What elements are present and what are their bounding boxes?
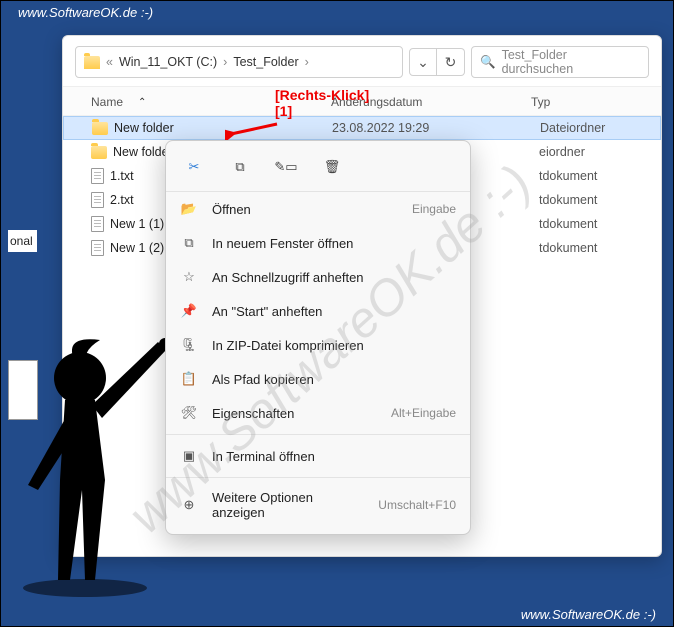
context-menu: ✂ ⧉ ✎▭ 🗑 📂 Öffnen Eingabe ⧉ In neuem Fenster… bbox=[165, 140, 471, 535]
menu-item-label: In Terminal öffnen bbox=[212, 449, 456, 464]
sidebar-fragment: onal bbox=[8, 230, 37, 252]
search-placeholder: Test_Folder durchsuchen bbox=[502, 48, 640, 76]
menu-item-icon: 📋 bbox=[180, 370, 198, 388]
menu-item-icon: 📌 bbox=[180, 302, 198, 320]
cut-icon[interactable]: ✂ bbox=[180, 153, 208, 181]
explorer-topbar: « Win_11_OKT (C:) › Test_Folder › ⌄ ↻ 🔍 … bbox=[63, 36, 661, 87]
breadcrumb-prefix: « bbox=[106, 55, 113, 69]
file-row[interactable]: New folder 23.08.2022 19:29 Dateiordner bbox=[63, 116, 661, 140]
context-menu-item[interactable]: 📌 An "Start" anheften bbox=[166, 294, 470, 328]
refresh-button[interactable]: ↻ bbox=[437, 48, 465, 76]
menu-item-icon: ☆ bbox=[180, 268, 198, 286]
menu-item-label: In ZIP-Datei komprimieren bbox=[212, 338, 456, 353]
menu-item-icon: ▣ bbox=[180, 447, 198, 465]
menu-item-icon: 📂 bbox=[180, 200, 198, 218]
breadcrumb[interactable]: « Win_11_OKT (C:) › Test_Folder › bbox=[75, 46, 403, 78]
file-date: 23.08.2022 19:29 bbox=[332, 121, 532, 135]
file-name: New folder bbox=[114, 121, 174, 135]
dropdown-button[interactable]: ⌄ bbox=[409, 48, 437, 76]
column-type[interactable]: Typ bbox=[531, 95, 649, 109]
file-icon bbox=[91, 216, 104, 232]
delete-icon[interactable]: 🗑 bbox=[318, 153, 346, 181]
context-menu-item[interactable]: 🛠 Eigenschaften Alt+Eingabe bbox=[166, 396, 470, 430]
menu-item-label: Eigenschaften bbox=[212, 406, 377, 421]
menu-item-label: An "Start" anheften bbox=[212, 304, 456, 319]
menu-item-shortcut: Umschalt+F10 bbox=[378, 498, 456, 512]
breadcrumb-drive[interactable]: Win_11_OKT (C:) bbox=[119, 55, 217, 69]
menu-separator bbox=[166, 434, 470, 435]
file-type: tdokument bbox=[539, 193, 649, 207]
menu-separator bbox=[166, 477, 470, 478]
context-menu-item[interactable]: 📋 Als Pfad kopieren bbox=[166, 362, 470, 396]
menu-item-shortcut: Alt+Eingabe bbox=[391, 406, 456, 420]
file-type: tdokument bbox=[539, 241, 649, 255]
folder-icon bbox=[84, 56, 100, 69]
menu-item-label: Als Pfad kopieren bbox=[212, 372, 456, 387]
file-name: 2.txt bbox=[110, 193, 134, 207]
context-menu-item[interactable]: ⊕ Weitere Optionen anzeigen Umschalt+F10 bbox=[166, 482, 470, 528]
file-type: tdokument bbox=[539, 169, 649, 183]
file-type: Dateiordner bbox=[540, 121, 648, 135]
chevron-right-icon: › bbox=[223, 55, 227, 69]
watermark-top: www.SoftwareOK.de :-) bbox=[18, 5, 153, 20]
annotation-label: [Rechts-Klick] bbox=[275, 87, 369, 103]
file-icon bbox=[91, 240, 104, 256]
menu-item-icon: 🛠 bbox=[180, 404, 198, 422]
menu-item-label: Weitere Optionen anzeigen bbox=[212, 490, 364, 520]
menu-item-shortcut: Eingabe bbox=[412, 202, 456, 216]
rename-icon[interactable]: ✎▭ bbox=[272, 153, 300, 181]
file-type: eiordner bbox=[539, 145, 649, 159]
chevron-right-icon: › bbox=[305, 55, 309, 69]
file-type: tdokument bbox=[539, 217, 649, 231]
folder-icon bbox=[91, 146, 107, 159]
breadcrumb-folder[interactable]: Test_Folder bbox=[233, 55, 298, 69]
context-menu-item[interactable]: ☆ An Schnellzugriff anheften bbox=[166, 260, 470, 294]
context-menu-item[interactable]: 📂 Öffnen Eingabe bbox=[166, 192, 470, 226]
context-menu-item[interactable]: ⧉ In neuem Fenster öffnen bbox=[166, 226, 470, 260]
context-menu-item[interactable]: 🗜 In ZIP-Datei komprimieren bbox=[166, 328, 470, 362]
context-menu-iconrow: ✂ ⧉ ✎▭ 🗑 bbox=[166, 147, 470, 192]
file-name: New folder bbox=[113, 145, 173, 159]
menu-item-icon: ⧉ bbox=[180, 234, 198, 252]
menu-item-label: Öffnen bbox=[212, 202, 398, 217]
menu-item-icon: 🗜 bbox=[180, 336, 198, 354]
annotation: [Rechts-Klick] [1] bbox=[275, 87, 369, 119]
search-input[interactable]: 🔍 Test_Folder durchsuchen bbox=[471, 46, 649, 78]
search-icon: 🔍 bbox=[480, 55, 496, 70]
folder-icon bbox=[92, 122, 108, 135]
context-menu-item[interactable]: ▣ In Terminal öffnen bbox=[166, 439, 470, 473]
annotation-number: [1] bbox=[275, 103, 369, 119]
watermark-bottom: www.SoftwareOK.de :-) bbox=[521, 607, 656, 622]
copy-icon[interactable]: ⧉ bbox=[226, 153, 254, 181]
menu-item-icon: ⊕ bbox=[180, 496, 198, 514]
sort-caret-icon: ⌃ bbox=[138, 97, 146, 108]
menu-item-label: An Schnellzugriff anheften bbox=[212, 270, 456, 285]
nav-buttons: ⌄ ↻ bbox=[409, 48, 465, 76]
file-icon bbox=[91, 192, 104, 208]
desktop-fragment bbox=[8, 360, 38, 420]
menu-item-label: In neuem Fenster öffnen bbox=[212, 236, 456, 251]
file-name: 1.txt bbox=[110, 169, 134, 183]
arrow-icon bbox=[225, 112, 281, 140]
file-icon bbox=[91, 168, 104, 184]
